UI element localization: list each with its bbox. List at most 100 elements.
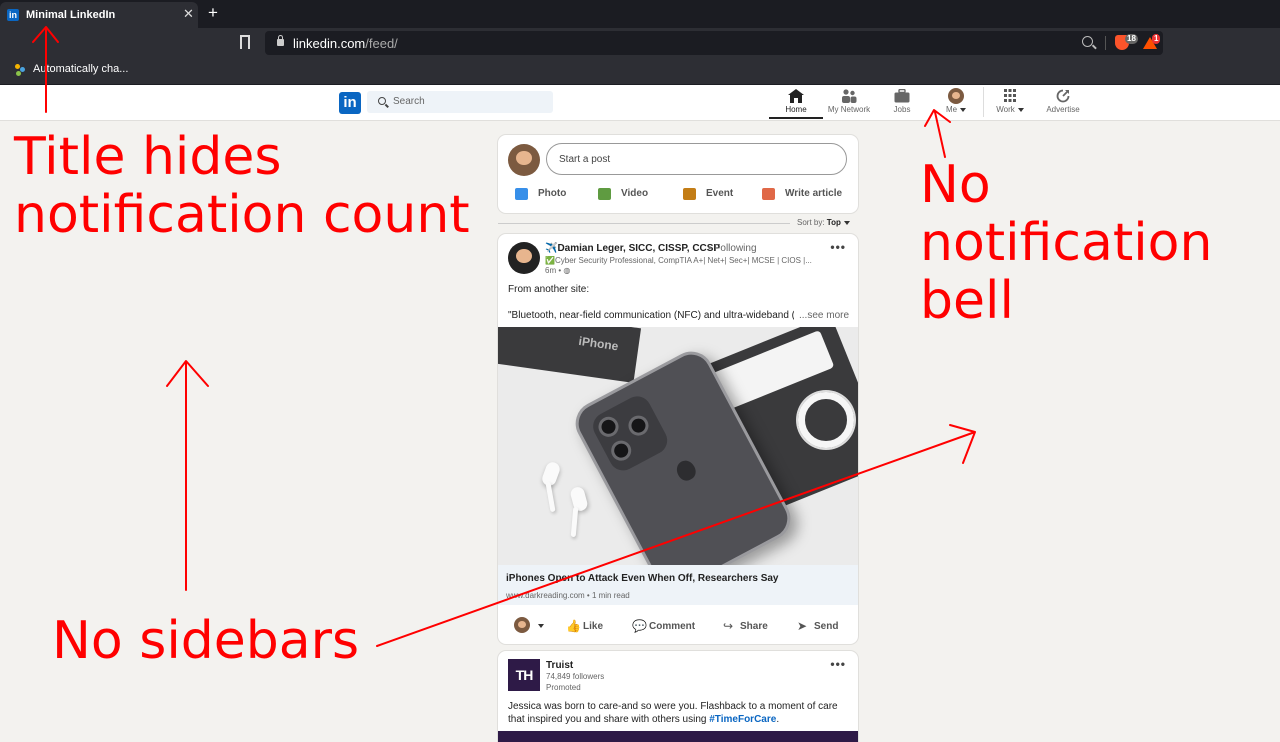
promoted-post: TH Truist 74,849 followers Promoted ••• … <box>498 651 858 742</box>
globe-icon: ◍ <box>563 266 571 275</box>
divider <box>498 223 790 224</box>
browser-toolbar: linkedin.com/feed/ 18 1 <box>0 28 1280 58</box>
bookmark-icon[interactable] <box>240 35 250 53</box>
nav-work[interactable]: Work <box>990 85 1030 119</box>
nav-my-network[interactable]: My Network <box>823 85 875 119</box>
more-options-icon[interactable]: ••• <box>830 240 846 254</box>
start-post-button[interactable]: Start a post <box>546 143 847 175</box>
photo-icon <box>515 188 528 200</box>
see-more-link[interactable]: ...see more <box>799 310 849 321</box>
event-icon <box>683 188 696 200</box>
share-button[interactable]: ↪ Share <box>723 619 771 635</box>
follower-count: 74,849 followers <box>546 672 605 681</box>
grid-icon <box>1004 89 1016 102</box>
lock-icon <box>277 35 284 46</box>
action-label: Photo <box>538 188 567 199</box>
comment-icon: 💬 <box>632 619 647 633</box>
home-icon <box>788 89 804 103</box>
rewards-badge: 1 <box>1152 34 1161 44</box>
brave-badge: 18 <box>1125 34 1138 44</box>
post-text: From another site: <box>508 284 590 295</box>
new-tab-button[interactable]: + <box>208 4 218 22</box>
comment-button[interactable]: 💬 Comment <box>632 619 696 635</box>
linkedin-navbar: in Search Home My Network Jobs Me Work A… <box>0 85 1280 121</box>
search-input[interactable]: Search <box>367 91 553 113</box>
chevron-down-icon <box>843 220 850 225</box>
browser-tab-bar: in Minimal LinkedIn ✕ + <box>0 0 1280 28</box>
truist-logo[interactable]: TH <box>508 659 540 691</box>
airpod-image <box>540 460 562 488</box>
chevron-down-icon <box>1017 107 1024 112</box>
send-icon: ➤ <box>797 619 808 633</box>
close-tab-icon[interactable]: ✕ <box>183 7 194 21</box>
post-time: 6m • ◍ <box>545 266 571 275</box>
bookmarks-bar: Automatically cha... <box>0 58 1280 85</box>
advertise-icon <box>1056 89 1070 103</box>
action-label: Comment <box>649 621 696 632</box>
post-actions: 👍 Like 💬 Comment ↪ Share ➤ Send <box>498 612 858 640</box>
post-text: Jessica was born to care-and so were you… <box>508 701 838 725</box>
zoom-icon[interactable] <box>1082 36 1093 47</box>
action-label: Send <box>814 621 839 632</box>
action-label: Event <box>706 188 734 199</box>
linkedin-logo[interactable]: in <box>339 92 361 114</box>
url-text: linkedin.com/feed/ <box>293 36 398 51</box>
author-headline: ✅Cyber Security Professional, CompTIA A+… <box>545 256 812 265</box>
avatar <box>948 88 964 104</box>
chevron-down-icon[interactable] <box>538 624 544 628</box>
promo-image[interactable] <box>498 731 858 742</box>
address-bar[interactable]: linkedin.com/feed/ 18 1 <box>265 31 1163 55</box>
sort-dropdown[interactable]: Sort by: Top <box>797 218 850 227</box>
nav-me[interactable]: Me <box>936 85 976 119</box>
share-box: Start a post Photo Video Event Write art… <box>498 135 858 213</box>
avatar[interactable] <box>508 144 540 176</box>
action-label: Write article <box>785 188 843 199</box>
nav-divider <box>983 87 984 117</box>
search-placeholder: Search <box>393 96 425 107</box>
cable-image <box>798 392 854 448</box>
action-label: Like <box>583 621 604 632</box>
nav-label: My Network <box>827 105 871 114</box>
share-icon: ↪ <box>723 619 734 633</box>
link-meta: www.darkreading.com • 1 min read <box>506 591 630 600</box>
annotation-bell: No notification bell <box>920 155 1213 332</box>
like-icon: 👍 <box>566 619 581 633</box>
more-options-icon[interactable]: ••• <box>830 657 846 671</box>
send-button[interactable]: ➤ Send <box>797 619 843 635</box>
nav-label: Jobs <box>893 105 911 114</box>
apple-logo-icon <box>673 457 699 484</box>
nav-home[interactable]: Home <box>769 85 823 119</box>
action-label: Share <box>740 621 768 632</box>
nav-label: Home <box>785 105 807 114</box>
author-avatar[interactable] <box>508 242 540 274</box>
annotation-sidebars: No sidebars <box>52 611 360 671</box>
company-name[interactable]: Truist <box>546 660 573 671</box>
event-button[interactable]: Event <box>683 187 743 203</box>
video-icon <box>598 188 611 200</box>
link-preview[interactable]: iPhones Open to Attack Even When Off, Re… <box>498 565 858 605</box>
author-name[interactable]: ✈️Damian Leger, SICC, CISSP, CCSP <box>545 243 720 254</box>
nav-label: Advertise <box>1046 105 1080 114</box>
post-image[interactable]: iPhone <box>498 327 858 565</box>
start-post-placeholder: Start a post <box>559 154 611 165</box>
briefcase-icon <box>894 89 910 103</box>
avatar[interactable] <box>514 617 530 633</box>
airpod-image <box>569 485 589 513</box>
nav-jobs[interactable]: Jobs <box>883 85 921 119</box>
nav-advertise[interactable]: Advertise <box>1038 85 1088 119</box>
nav-label: Work <box>990 105 1030 114</box>
hashtag-link[interactable]: #TimeForCare <box>709 714 776 725</box>
write-article-button[interactable]: Write article <box>762 187 852 203</box>
photo-button[interactable]: Photo <box>515 187 575 203</box>
browser-tab[interactable]: in Minimal LinkedIn ✕ <box>0 2 198 28</box>
bookmark-favicon-icon <box>15 64 26 77</box>
video-button[interactable]: Video <box>598 187 658 203</box>
sort-bar: Sort by: Top <box>498 216 858 230</box>
nav-label: Me <box>936 105 976 114</box>
article-icon <box>762 188 775 200</box>
like-button[interactable]: 👍 Like <box>566 619 606 635</box>
chevron-down-icon <box>960 107 967 112</box>
bookmark-item[interactable]: Automatically cha... <box>33 63 128 75</box>
feed-post: ✈️Damian Leger, SICC, CISSP, CCSP • Foll… <box>498 234 858 644</box>
divider <box>1105 36 1106 50</box>
